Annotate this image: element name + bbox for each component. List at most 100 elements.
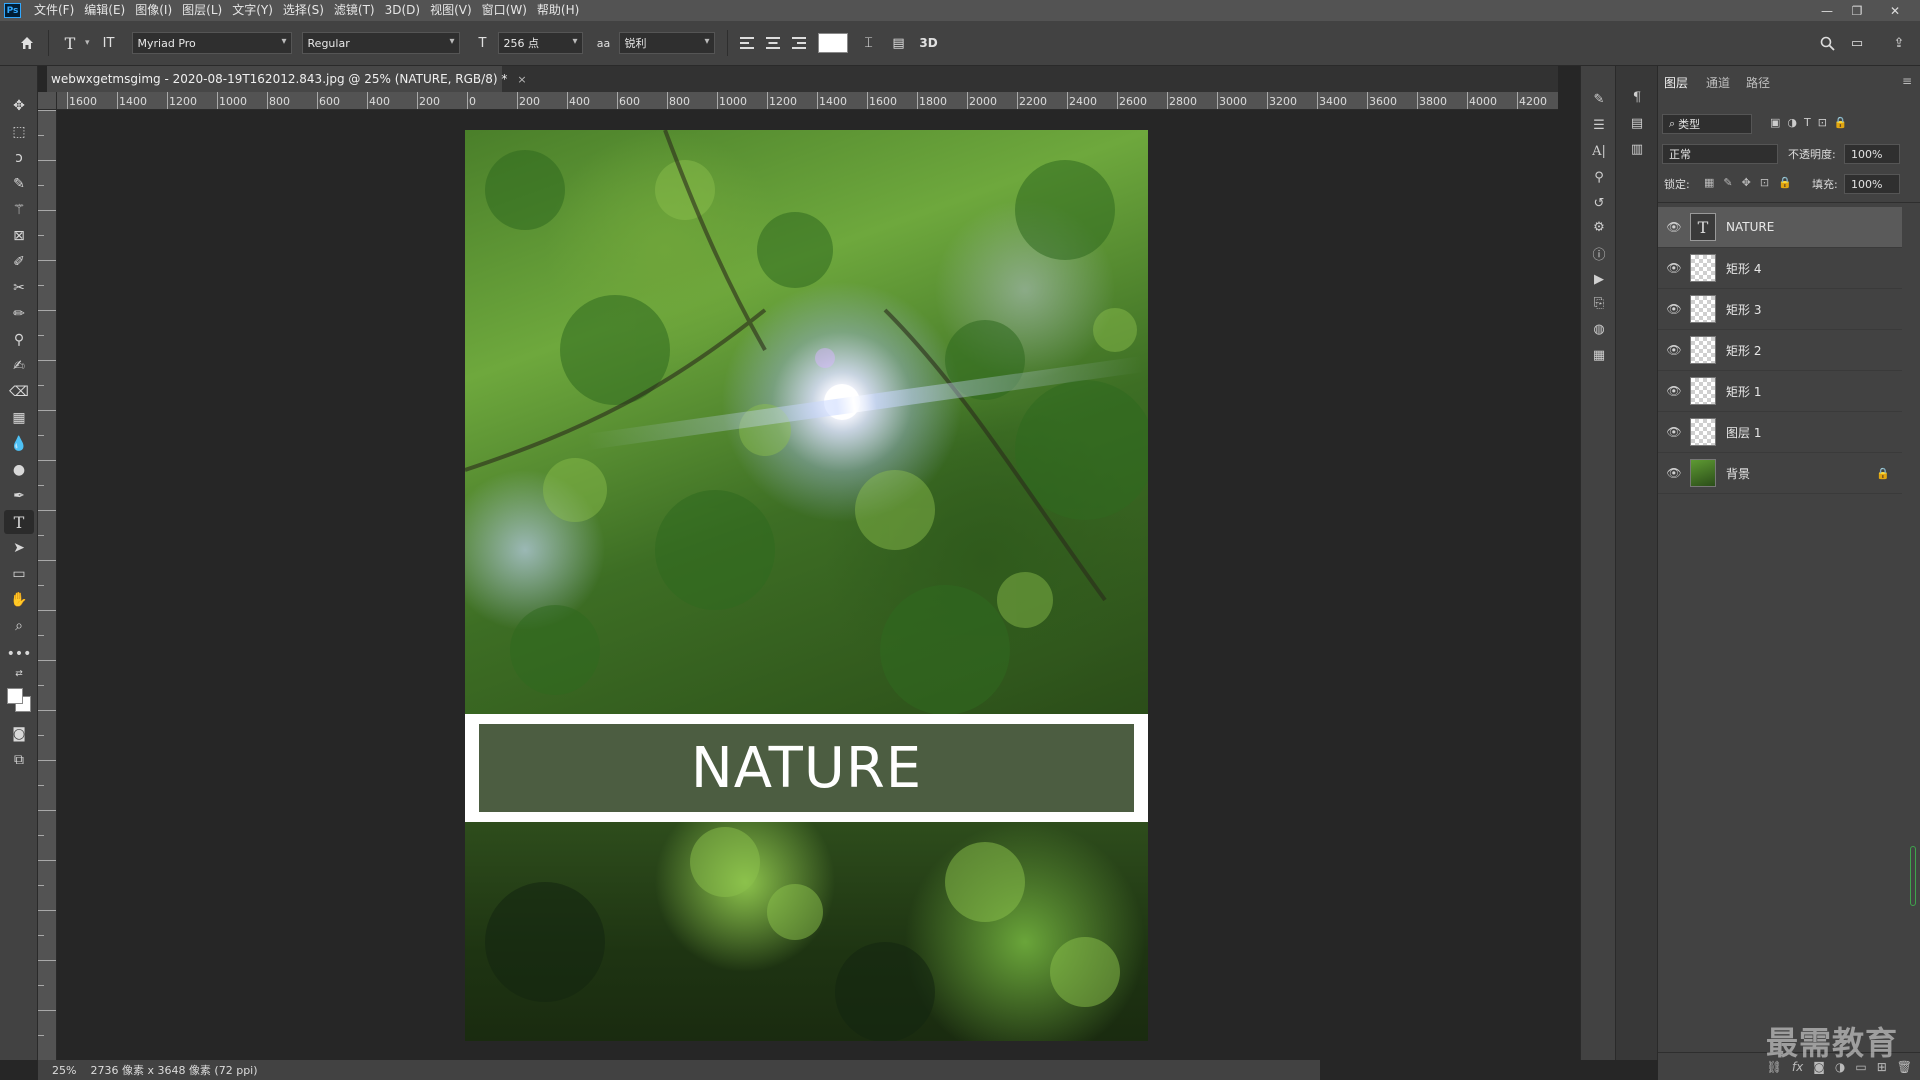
visibility-eye-icon[interactable]: 👁: [1658, 343, 1690, 357]
opacity-input[interactable]: 100%: [1844, 144, 1900, 164]
clone-source-icon[interactable]: ⚲: [1587, 166, 1611, 188]
history-icon[interactable]: ↺: [1587, 192, 1611, 214]
font-family-select[interactable]: Myriad Pro ▾: [131, 32, 292, 54]
quick-select-tool-icon[interactable]: ✎: [4, 172, 34, 196]
menu-edit[interactable]: 编辑(E): [79, 0, 130, 21]
character-icon[interactable]: A|: [1587, 140, 1611, 162]
menu-help[interactable]: 帮助(H): [532, 0, 584, 21]
blend-mode-select[interactable]: 正常: [1662, 144, 1778, 164]
close-window-button[interactable]: ✕: [1880, 0, 1910, 21]
menu-file[interactable]: 文件(F): [29, 0, 79, 21]
visibility-eye-icon[interactable]: 👁: [1658, 220, 1690, 234]
notes-icon[interactable]: ▥: [1625, 138, 1649, 160]
adjustments-icon[interactable]: ☰: [1587, 114, 1611, 136]
nature-banner[interactable]: NATURE: [479, 724, 1134, 812]
more-tools-icon[interactable]: •••: [4, 642, 34, 666]
lasso-tool-icon[interactable]: ↄ: [4, 146, 34, 170]
eyedropper-tool-icon[interactable]: ✐: [4, 250, 34, 274]
panel-menu-icon[interactable]: ≡: [1902, 74, 1912, 88]
layer-row-rect3[interactable]: 👁 矩形 3: [1658, 289, 1902, 330]
align-left-icon[interactable]: [734, 28, 760, 58]
filter-kind-icons[interactable]: ▣◑T⊡🔒: [1770, 116, 1855, 129]
visibility-eye-icon[interactable]: 👁: [1658, 384, 1690, 398]
path-select-tool-icon[interactable]: ➤: [4, 536, 34, 560]
info-icon[interactable]: ⓘ: [1587, 242, 1611, 264]
crop-tool-icon[interactable]: ✂: [4, 276, 34, 300]
visibility-eye-icon[interactable]: 👁: [1658, 466, 1690, 480]
text-tool-preset-icon[interactable]: T: [55, 28, 85, 58]
visibility-eye-icon[interactable]: 👁: [1658, 425, 1690, 439]
menu-image[interactable]: 图像(I): [130, 0, 177, 21]
gradient-tool-icon[interactable]: ▦: [4, 406, 34, 430]
visibility-eye-icon[interactable]: 👁: [1658, 261, 1690, 275]
font-size-select[interactable]: 256 点 ▾: [497, 32, 583, 54]
horizontal-ruler[interactable]: 1600 1400 1200 1000 800 600 400 200 0 200 400 600 80…: [57, 92, 1558, 110]
search-icon[interactable]: [1812, 28, 1842, 58]
color-icon[interactable]: ◍: [1587, 318, 1611, 340]
properties-icon[interactable]: ⚙: [1587, 216, 1611, 238]
layer-row-rect1[interactable]: 👁 矩形 1: [1658, 371, 1902, 412]
tab-layers[interactable]: 图层: [1664, 74, 1688, 91]
dodge-tool-icon[interactable]: ●: [4, 458, 34, 482]
menu-layer[interactable]: 图层(L): [177, 0, 227, 21]
visibility-eye-icon[interactable]: 👁: [1658, 302, 1690, 316]
lock-icon[interactable]: 🔒: [1876, 467, 1890, 480]
layer-row-layer1[interactable]: 👁 图层 1: [1658, 412, 1902, 453]
menu-window[interactable]: 窗口(W): [477, 0, 532, 21]
3d-button[interactable]: 3D: [914, 28, 944, 58]
chevron-down-icon[interactable]: ▾: [85, 38, 90, 48]
history-brush-tool-icon[interactable]: ✍: [4, 354, 34, 378]
text-color-swatch[interactable]: [817, 33, 848, 53]
menu-type[interactable]: 文字(Y): [227, 0, 278, 21]
minimize-button[interactable]: —: [1812, 0, 1842, 21]
brush-tool-icon[interactable]: ✏: [4, 302, 34, 326]
share-icon[interactable]: ⇪: [1884, 28, 1914, 58]
hand-tool-icon[interactable]: ✋: [4, 588, 34, 612]
grid-icon[interactable]: ▦: [1587, 344, 1611, 366]
screen-mode-icon[interactable]: ⧉: [4, 748, 34, 772]
stamp-tool-icon[interactable]: ⚲: [4, 328, 34, 352]
eraser-tool-icon[interactable]: ⌫: [4, 380, 34, 404]
document-canvas[interactable]: NATURE: [465, 130, 1148, 1041]
scroll-indicator[interactable]: [1910, 846, 1916, 906]
align-right-icon[interactable]: [786, 28, 812, 58]
brush-settings-icon[interactable]: ✎: [1587, 88, 1611, 110]
delete-layer-icon[interactable]: 🗑: [1897, 1060, 1912, 1074]
type-tool-icon[interactable]: T: [4, 510, 34, 534]
anti-alias-select[interactable]: 锐利 ▾: [618, 32, 715, 54]
blur-tool-icon[interactable]: 💧: [4, 432, 34, 456]
rectangle-tool-icon[interactable]: ▭: [4, 562, 34, 586]
tab-paths[interactable]: 路径: [1746, 74, 1770, 91]
zoom-level[interactable]: 25%: [52, 1064, 76, 1077]
ruler-origin[interactable]: [38, 92, 57, 110]
layer-row-background[interactable]: 👁 背景 🔒: [1658, 453, 1902, 494]
quick-mask-icon[interactable]: ◙: [4, 722, 34, 746]
layer-row-rect2[interactable]: 👁 矩形 2: [1658, 330, 1902, 371]
tab-channels[interactable]: 通道: [1706, 74, 1730, 91]
magic-wand-tool-icon[interactable]: ⚚: [4, 198, 34, 222]
pen-tool-icon[interactable]: ✒: [4, 484, 34, 508]
menu-select[interactable]: 选择(S): [278, 0, 329, 21]
restore-button[interactable]: ❐: [1842, 0, 1872, 21]
paragraph-icon[interactable]: ¶: [1625, 86, 1649, 108]
character-panel-icon[interactable]: ▤: [884, 28, 914, 58]
canvas-area[interactable]: NATURE: [57, 110, 1558, 1060]
marquee-tool-icon[interactable]: ⬚: [4, 120, 34, 144]
close-tab-icon[interactable]: ×: [517, 73, 526, 86]
warp-text-icon[interactable]: ⌶: [854, 28, 884, 58]
frame-tool-icon[interactable]: ⊠: [4, 224, 34, 248]
layer-row-nature[interactable]: 👁 T NATURE: [1658, 207, 1902, 248]
move-tool-icon[interactable]: ✥: [4, 94, 34, 118]
font-style-select[interactable]: Regular ▾: [301, 32, 460, 54]
layer-filter-select[interactable]: ⌕ 类型: [1662, 114, 1752, 134]
fill-input[interactable]: 100%: [1844, 174, 1900, 194]
zoom-tool-icon[interactable]: ⌕: [4, 614, 34, 638]
layer-comps-icon[interactable]: ▤: [1625, 112, 1649, 134]
menu-filter[interactable]: 滤镜(T): [329, 0, 380, 21]
align-center-icon[interactable]: [760, 28, 786, 58]
swap-colors-icon[interactable]: ⇄: [4, 666, 34, 682]
swatches-icon[interactable]: ⎘: [1587, 292, 1611, 314]
menu-view[interactable]: 视图(V): [425, 0, 477, 21]
menu-3d[interactable]: 3D(D): [380, 0, 425, 21]
toggle-text-orientation-icon[interactable]: IT: [94, 28, 124, 58]
